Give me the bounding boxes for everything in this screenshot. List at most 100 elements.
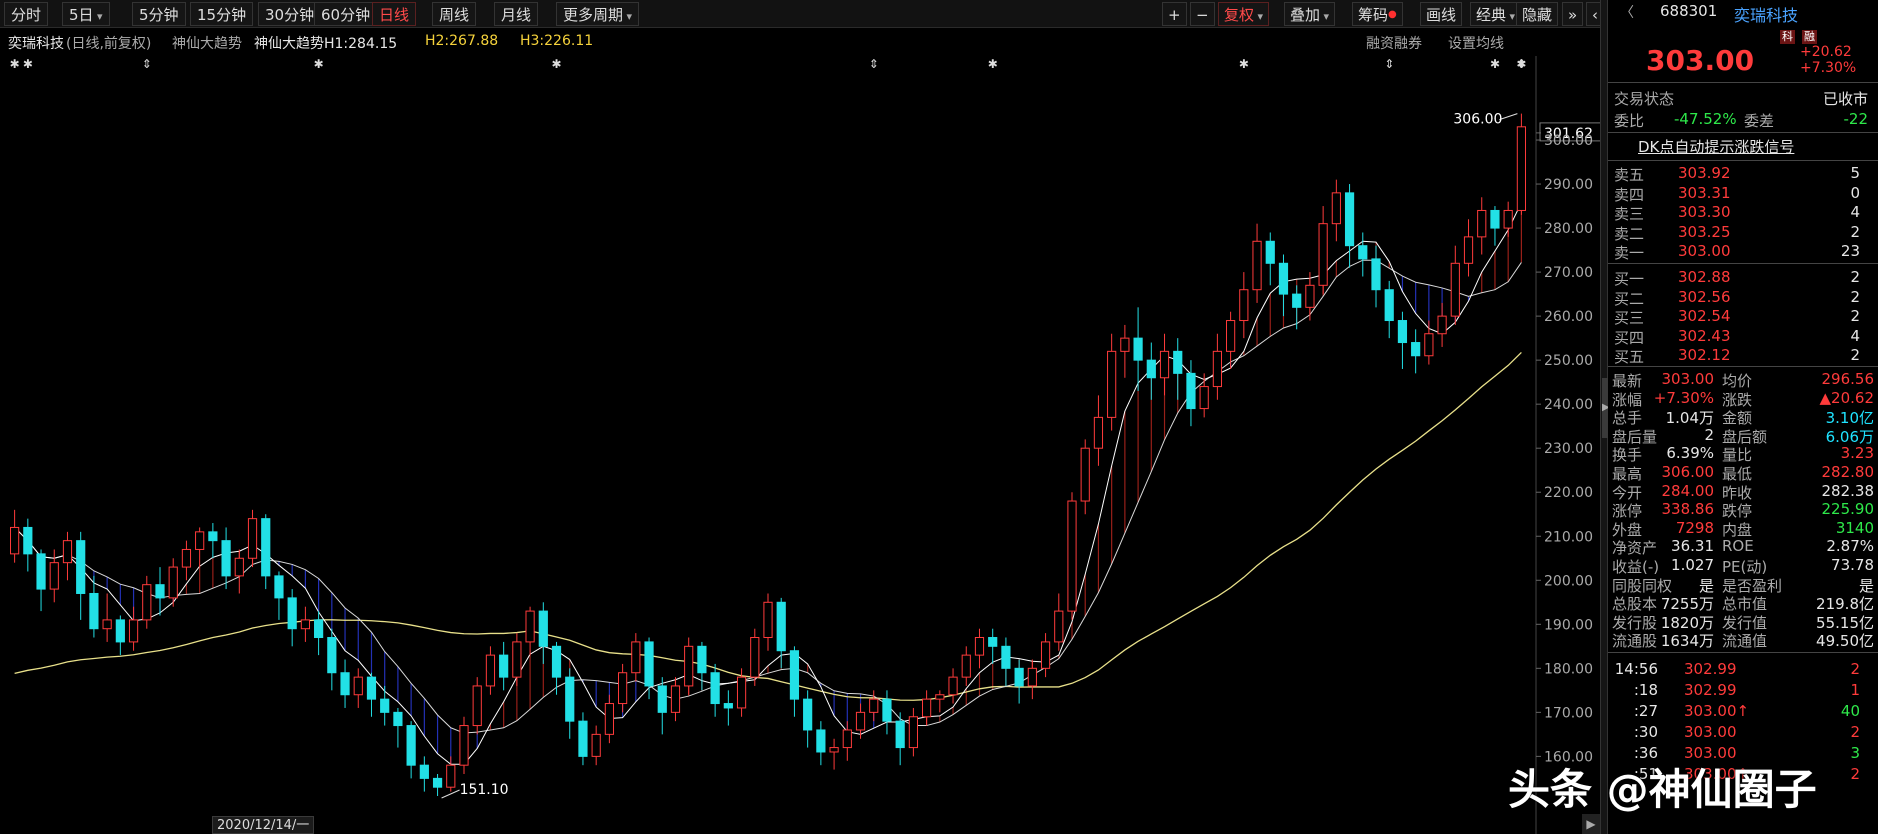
stat-row: 总股本 7255万 总市值 219.8亿	[1608, 593, 1878, 613]
toolbar-button-3[interactable]: 叠加	[1284, 2, 1336, 26]
divider-line	[1608, 82, 1878, 83]
tick-price: 303.00↑	[1684, 702, 1750, 720]
ask-row: 卖四 303.31 0	[1608, 183, 1878, 204]
period-tab-7[interactable]: 周线	[432, 2, 477, 26]
stat-value: 36.31	[1671, 537, 1714, 556]
period-tab-5[interactable]: 60分钟	[314, 2, 378, 26]
candle-body	[314, 619, 324, 639]
kline-chart[interactable]: 301.62 300.00 290.00 280.00 270.00 260.00 250.…	[0, 56, 1608, 834]
candle-body	[168, 566, 178, 599]
candle-body	[406, 725, 416, 766]
period-tab-9[interactable]: 更多周期	[556, 2, 640, 26]
stat-value: 303.00	[1661, 370, 1715, 388]
ask-row: 卖五 303.92 5	[1608, 164, 1878, 184]
toolbar-button-2[interactable]: 复权	[1218, 2, 1270, 26]
candle-body	[974, 637, 985, 656]
period-tab-0[interactable]: 分时	[4, 2, 49, 26]
candle-body	[287, 597, 297, 630]
stat-row: 总手 1.04万 金额 3.10亿	[1608, 407, 1878, 427]
stock-name-label: 奕瑞科技	[8, 36, 64, 52]
candle-body	[485, 654, 496, 687]
tick-time: 14:56	[1614, 660, 1658, 678]
weicha-label: 委差	[1744, 112, 1775, 130]
ma-settings-button[interactable]: 设置均线	[1448, 33, 1504, 53]
candle-body	[697, 645, 707, 674]
candle-body	[1503, 209, 1513, 229]
candle-body	[1331, 192, 1341, 225]
tick-row: 14:56 302.99 2	[1608, 660, 1878, 679]
candle-body	[1027, 667, 1037, 687]
ask-level-label: 卖四	[1614, 185, 1645, 204]
tick-price: 303.00	[1684, 723, 1737, 741]
candle-body	[908, 716, 918, 749]
candle-body	[195, 531, 205, 550]
period-tab-3[interactable]: 15分钟	[190, 2, 254, 26]
period-tab-2[interactable]: 5分钟	[132, 2, 186, 26]
tick-row: :30 303.00 2	[1608, 723, 1878, 742]
stat-value: 3.23	[1840, 444, 1874, 463]
y-tick-label: 200.00	[1544, 573, 1593, 589]
stat-row: 最新 303.00 均价 296.56	[1608, 370, 1878, 390]
watermark-text: 头条 @神仙圈子	[1508, 765, 1817, 814]
candle-body	[1265, 240, 1275, 264]
candle-body	[1252, 240, 1262, 291]
bid-price: 302.88	[1678, 268, 1731, 286]
candle-body	[1371, 258, 1381, 291]
ma-fast-line	[14, 202, 1522, 765]
stat-row: 净资产 36.31 ROE 2.87%	[1608, 537, 1878, 557]
ask-volume: 4	[1850, 203, 1860, 222]
bid-row: 买四 302.43 4	[1608, 326, 1878, 347]
bid-price: 302.56	[1678, 287, 1731, 306]
stat-value: +7.30%	[1653, 388, 1714, 407]
period-tab-4[interactable]: 30分钟	[258, 2, 322, 26]
toolbar-button-7[interactable]: 隐藏	[1516, 2, 1559, 26]
bid-price: 302.43	[1678, 326, 1731, 345]
dk-signal-link[interactable]: DK点自动提示涨跌信号	[1638, 136, 1794, 157]
candle-body	[604, 703, 614, 735]
candle-body	[247, 518, 258, 559]
toolbar-button-0[interactable]: +	[1162, 2, 1187, 26]
stock-name[interactable]: 奕瑞科技	[1734, 2, 1798, 26]
toolbar-button-8[interactable]: »	[1562, 2, 1584, 26]
chart-info-bar: 奕瑞科技 (日线,前复权) 神仙大趋势 神仙大趋势H1:284.15 H2:26…	[0, 30, 1520, 52]
toolbar-button-1[interactable]: −	[1190, 2, 1215, 26]
period-tab-6[interactable]: 日线	[372, 2, 417, 26]
y-tick-label: 230.00	[1544, 441, 1593, 457]
candle-body	[525, 610, 535, 643]
candle-body	[1212, 350, 1222, 388]
candle-body	[76, 540, 86, 594]
toolbar-button-4[interactable]: 筹码●	[1352, 2, 1403, 26]
event-arrow-icon: ⇕	[869, 57, 879, 71]
ask-row: 卖一 303.00 23	[1608, 242, 1878, 262]
tick-volume: 2	[1850, 723, 1860, 741]
y-tick-label: 280.00	[1544, 221, 1593, 237]
period-tab-8[interactable]: 月线	[494, 2, 539, 26]
period-toolbar: 分时 5日 5分钟15分钟30分钟60分钟日线周线月线更多周期 +−复权叠加筹码● 画线…	[0, 0, 1608, 28]
scroll-right-icon[interactable]: ▶	[1582, 814, 1600, 834]
stat-value: 2	[1704, 425, 1714, 444]
candle-body	[1450, 262, 1460, 317]
back-icon[interactable]: 〈	[1620, 2, 1634, 22]
ask-level-label: 卖五	[1614, 166, 1645, 184]
event-star-icon: ✱	[988, 57, 998, 71]
indicator-name-label[interactable]: 神仙大趋势	[172, 33, 242, 53]
candle-body	[776, 601, 786, 652]
margin-trading-button[interactable]: 融资融券	[1366, 33, 1422, 53]
period-tab-1[interactable]: 5日	[62, 2, 110, 26]
stat-value: 3140	[1835, 518, 1874, 537]
toolbar-button-5[interactable]: 画线	[1420, 2, 1463, 26]
candle-body	[935, 694, 945, 700]
ask-volume: 2	[1850, 222, 1860, 241]
stat-value: 7298	[1675, 518, 1714, 537]
candle-body	[1384, 289, 1394, 322]
quote-panel: 〈 688301 奕瑞科技 科 融 303.00 +20.62 +7.30% 交…	[1608, 0, 1878, 834]
kline-svg[interactable]: 301.62300.00290.00280.00270.00260.00250.…	[0, 56, 1600, 834]
ask-price: 303.31	[1678, 183, 1731, 202]
candle-body	[102, 619, 112, 630]
toolbar-button-6[interactable]: 经典	[1470, 2, 1522, 26]
candle-body	[1146, 359, 1156, 379]
stat-label: ROE	[1722, 537, 1754, 556]
chart-mode-label: (日线,前复权)	[66, 36, 152, 52]
candle-body	[710, 672, 720, 705]
indicator-h1-value: 神仙大趋势H1:284.15	[254, 36, 398, 52]
